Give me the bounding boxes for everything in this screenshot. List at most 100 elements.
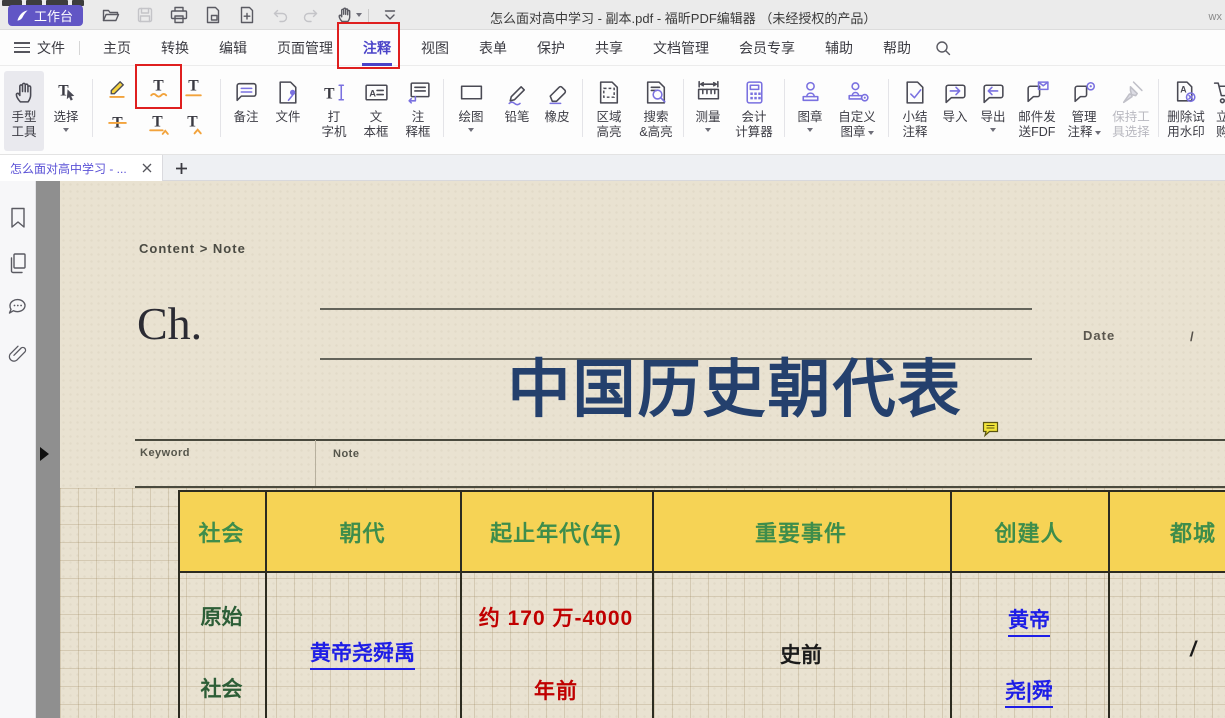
- hand-tool-dropdown-icon[interactable]: [333, 5, 363, 25]
- file-attachment-button[interactable]: 文件: [268, 71, 308, 151]
- customize-toolbar-icon[interactable]: [380, 5, 400, 25]
- manage-comments-button[interactable]: 管理 注释: [1061, 71, 1107, 151]
- menu-item-assist[interactable]: 辅助: [810, 30, 868, 66]
- menu-item-help[interactable]: 帮助: [868, 30, 926, 66]
- pages-panel-icon[interactable]: [7, 252, 29, 274]
- open-file-icon[interactable]: [101, 5, 121, 25]
- textbox-icon: A: [363, 74, 390, 110]
- attachments-panel-icon[interactable]: [7, 342, 29, 364]
- bookmarks-panel-icon[interactable]: [7, 207, 29, 229]
- callout-button[interactable]: 注 释框: [398, 71, 438, 151]
- insert-text-icon[interactable]: T: [176, 107, 210, 139]
- dynasty-link[interactable]: 黄帝尧舜禹: [310, 637, 415, 670]
- pdf-page[interactable]: Content > Note Ch. 中国历史朝代表 Date / Keywor…: [60, 181, 1225, 718]
- menu-item-protect[interactable]: 保护: [522, 30, 580, 66]
- menu-item-edit[interactable]: 编辑: [204, 30, 262, 66]
- founder-link-2[interactable]: 尧|舜: [1005, 675, 1053, 708]
- note-comment-button[interactable]: 备注: [226, 71, 266, 151]
- email-fdf-button[interactable]: 邮件发 送FDF: [1013, 71, 1061, 151]
- dropdown-arrow: [705, 128, 711, 132]
- textbox-button[interactable]: A 文 本框: [356, 71, 396, 151]
- menu-item-share[interactable]: 共享: [580, 30, 638, 66]
- email-fdf-icon: [1024, 74, 1051, 110]
- menu-item-comment[interactable]: 注释: [348, 30, 406, 66]
- rectangle-icon: [458, 74, 485, 110]
- menu-item-view[interactable]: 视图: [406, 30, 464, 66]
- menu-item-file[interactable]: 文件: [14, 38, 71, 58]
- remove-trial-watermark-button[interactable]: A 删除试 用水印: [1162, 71, 1210, 151]
- manage-label-2: 注释: [1067, 125, 1100, 140]
- workspace-button-label: 工作台: [34, 6, 73, 25]
- tab-close-icon[interactable]: [140, 161, 154, 175]
- panel-expand-arrow-icon[interactable]: [40, 447, 49, 461]
- document-tab[interactable]: 怎么面对高中学习 - ...: [0, 155, 163, 181]
- import-comments-button[interactable]: 导入: [937, 71, 973, 151]
- ruler-icon: [695, 74, 722, 110]
- ribbon-separator: [784, 79, 785, 137]
- draw-shapes-button[interactable]: 绘图: [449, 71, 493, 151]
- menu-item-home[interactable]: 主页: [88, 30, 146, 66]
- workspace-button[interactable]: 工作台: [8, 5, 83, 26]
- textbox-label-1: 文: [370, 110, 383, 125]
- hand-tool-label-1: 手型: [11, 110, 36, 125]
- table-header-events: 重要事件: [652, 490, 950, 573]
- page-setup-icon[interactable]: [203, 5, 223, 25]
- menu-bar: 文件 主页 转换 编辑 页面管理 注释 视图 表单 保护 共享 文档管理 会员专…: [0, 30, 1225, 66]
- undo-icon[interactable]: [270, 5, 290, 25]
- underline-text-icon[interactable]: T: [176, 71, 210, 103]
- strikethrough-text-icon[interactable]: T: [100, 107, 134, 139]
- window-title: 怎么面对高中学习 - 副本.pdf - 福昕PDF编辑器 （未经授权的产品）: [490, 8, 876, 27]
- table-header-period: 起止年代(年): [460, 490, 652, 573]
- menu-file-label: 文件: [37, 38, 65, 58]
- svg-text:T: T: [153, 77, 164, 94]
- cell-society-line2: 社会: [178, 673, 265, 703]
- keyword-header-line: [135, 439, 1225, 441]
- replace-text-icon[interactable]: T: [141, 107, 175, 139]
- pencil-button[interactable]: 铅笔: [497, 71, 537, 151]
- keyword-label: Keyword: [140, 447, 190, 459]
- print-icon[interactable]: [169, 5, 189, 25]
- new-page-icon[interactable]: [237, 5, 257, 25]
- select-tool-button[interactable]: T 选择: [46, 71, 86, 151]
- comments-panel-icon[interactable]: [7, 296, 29, 318]
- typewriter-button[interactable]: T 打 字机: [314, 71, 354, 151]
- summarize-comments-button[interactable]: 小结 注释: [893, 71, 937, 151]
- stamp-button[interactable]: 图章: [790, 71, 830, 151]
- eraser-button[interactable]: 橡皮: [537, 71, 577, 151]
- area-highlight-button[interactable]: 区域 高亮: [587, 71, 631, 151]
- hamburger-icon: [14, 42, 30, 53]
- menu-item-member[interactable]: 会员专享: [724, 30, 810, 66]
- buy-now-button[interactable]: 立即 购买: [1210, 71, 1225, 151]
- menu-item-form[interactable]: 表单: [464, 30, 522, 66]
- stamp-icon: [797, 74, 824, 110]
- export-comments-button[interactable]: 导出: [973, 71, 1013, 151]
- save-icon[interactable]: [135, 5, 155, 25]
- dropdown-arrow: [1095, 131, 1101, 135]
- founder-link-1[interactable]: 黄帝: [1008, 604, 1050, 637]
- squiggly-underline-text-icon[interactable]: T: [141, 71, 175, 103]
- new-tab-icon[interactable]: [172, 159, 190, 177]
- menu-item-page-manage[interactable]: 页面管理: [262, 30, 348, 66]
- select-label: 选择: [53, 110, 78, 125]
- text-select-icon: T: [53, 74, 80, 110]
- highlight-text-icon[interactable]: [100, 71, 134, 103]
- keep-tool-selected-button: 保持工 具选择: [1107, 71, 1155, 151]
- cart-icon: [1212, 74, 1225, 110]
- custom-stamp-button[interactable]: 自定义 图章: [830, 71, 884, 151]
- hand-tool-button[interactable]: 手型 工具: [4, 71, 44, 151]
- menu-item-convert[interactable]: 转换: [146, 30, 204, 66]
- sticky-note-annotation-icon[interactable]: [982, 420, 1002, 438]
- menu-item-doc-manage[interactable]: 文档管理: [638, 30, 724, 66]
- redo-icon[interactable]: [301, 5, 321, 25]
- measure-button[interactable]: 测量: [688, 71, 728, 151]
- ribbon-separator: [888, 79, 889, 137]
- calculator-button[interactable]: 会计 计算器: [728, 71, 780, 151]
- callout-icon: [405, 74, 432, 110]
- email-fdf-label-2: 送FDF: [1019, 125, 1056, 140]
- keyword-note-divider: [315, 440, 316, 486]
- search-icon[interactable]: [932, 37, 954, 59]
- navigation-sidebar: [0, 181, 36, 718]
- search-highlight-button[interactable]: 搜索 &高亮: [633, 71, 679, 151]
- summary-label-2: 注释: [902, 125, 927, 140]
- dropdown-arrow: [63, 128, 69, 132]
